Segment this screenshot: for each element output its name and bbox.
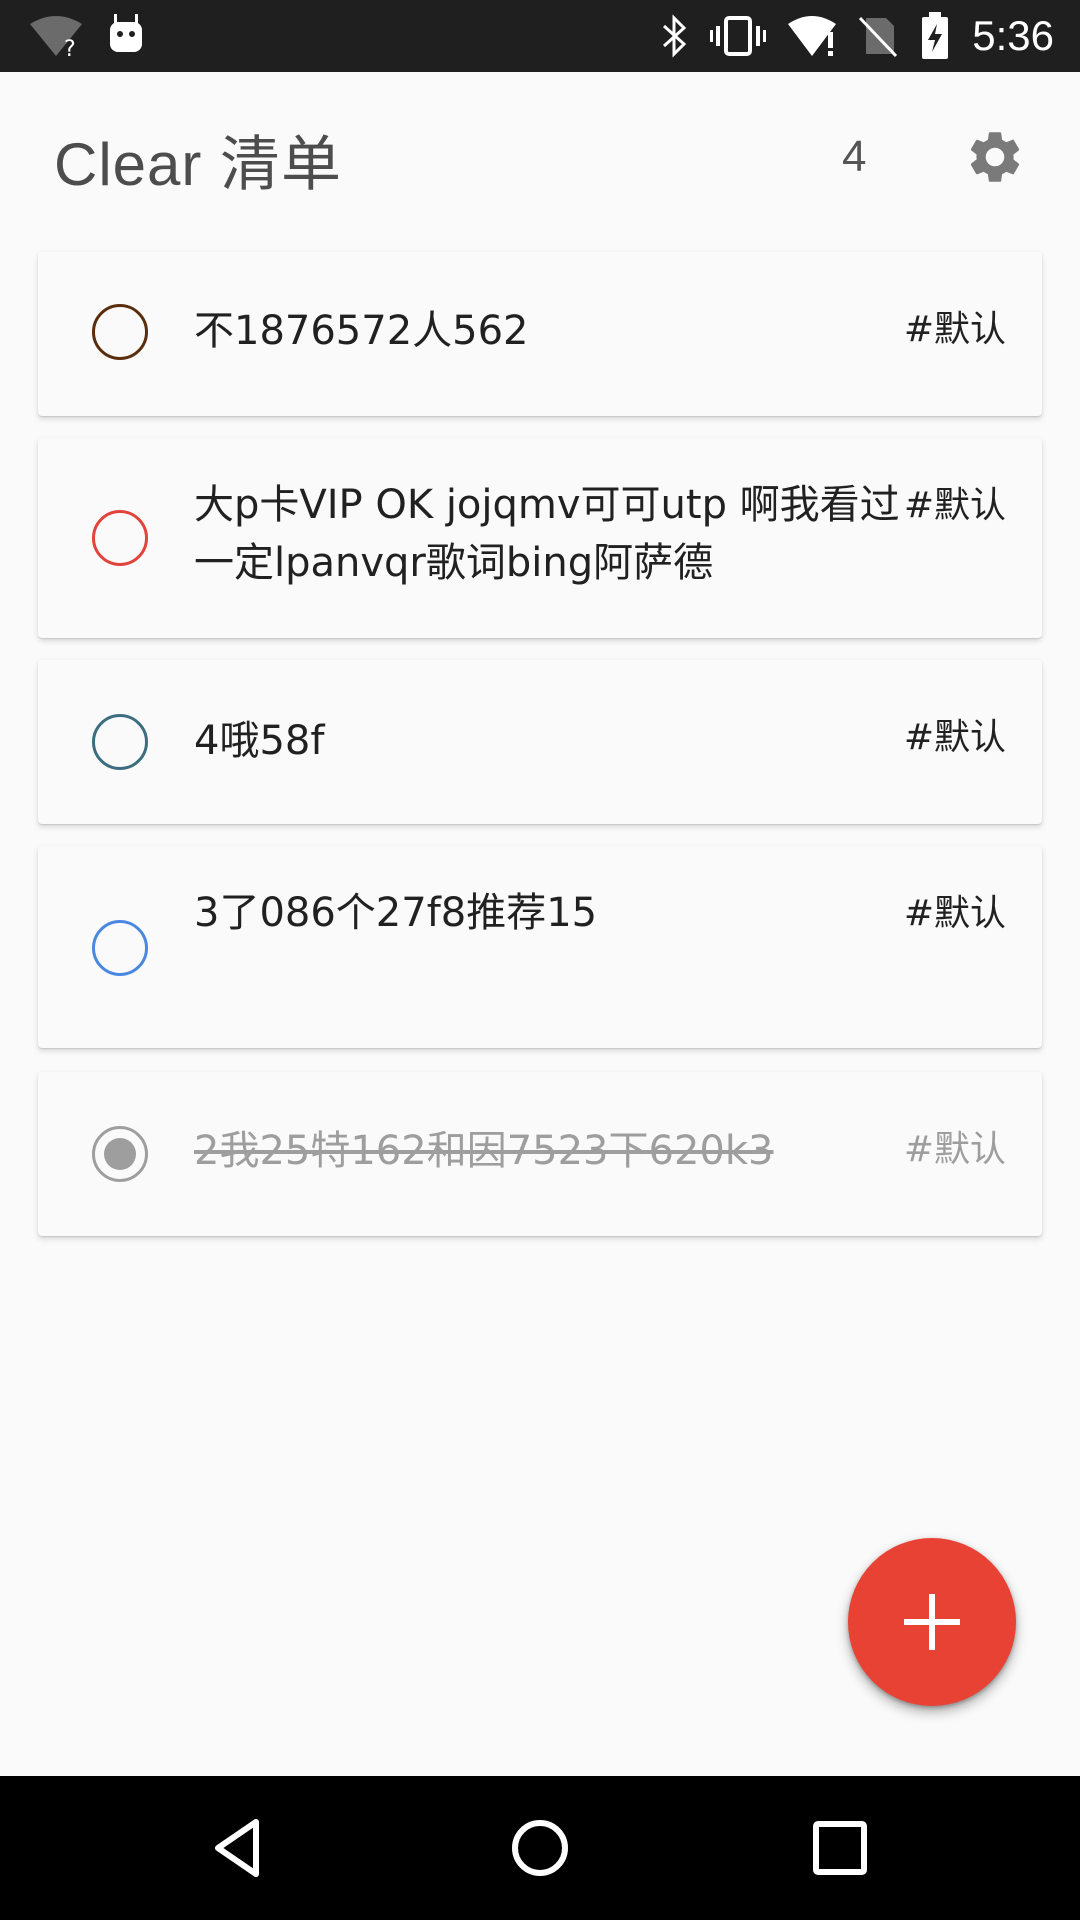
task-text: 大p卡VIP OK jojqmv可可utp 啊我看过一定lpanvqr歌词bin… [194,482,900,586]
task-tag[interactable]: #默认 [904,1120,1006,1172]
task-text: 2我25特162和因7523下620k3 [194,1128,774,1174]
task-checkbox[interactable] [92,714,148,770]
wifi-alert-icon [788,16,836,56]
home-icon[interactable] [500,1808,580,1888]
task-text: 不1876572人562 [194,308,529,354]
navigation-bar [0,1776,1080,1920]
task-tag[interactable]: #默认 [904,884,1006,936]
page-title: Clear 清单 [54,131,343,198]
svg-text:?: ? [64,37,76,58]
task-checkbox[interactable] [92,510,148,566]
task-checkbox[interactable] [92,920,148,976]
vibrate-icon [710,16,766,56]
task-count-badge: 4 [842,132,867,181]
list-item[interactable]: 3了086个27f8推荐15 #默认 [38,846,1042,1048]
list-item[interactable]: 4哦58f #默认 [38,660,1042,824]
checked-dot [104,1138,136,1170]
battery-charging-icon [922,12,948,59]
task-tag[interactable]: #默认 [904,476,1006,528]
back-icon[interactable] [200,1808,280,1888]
task-checkbox[interactable] [92,1126,148,1182]
add-task-button[interactable] [848,1538,1016,1706]
recents-icon[interactable] [800,1808,880,1888]
task-tag[interactable]: #默认 [904,708,1006,760]
list-item[interactable]: 不1876572人562 #默认 [38,252,1042,416]
task-text: 4哦58f [194,718,325,764]
android-debug-icon [110,14,142,52]
list-item[interactable]: 大p卡VIP OK jojqmv可可utp 啊我看过一定lpanvqr歌词bin… [38,438,1042,638]
clock: 5:36 [972,12,1054,59]
gear-icon[interactable] [964,126,1026,188]
list-item[interactable]: 2我25特162和因7523下620k3 #默认 [38,1072,1042,1236]
bluetooth-icon [662,14,687,58]
status-bar: ? 5:36 [0,0,1080,72]
app-header: Clear 清单 4 [0,72,1080,240]
task-checkbox[interactable] [92,304,148,360]
task-text: 3了086个27f8推荐15 [194,890,598,936]
plus-icon [929,1594,935,1650]
wifi-unknown-icon: ? [30,16,82,58]
no-sim-icon [858,16,898,58]
task-tag[interactable]: #默认 [904,300,1006,352]
